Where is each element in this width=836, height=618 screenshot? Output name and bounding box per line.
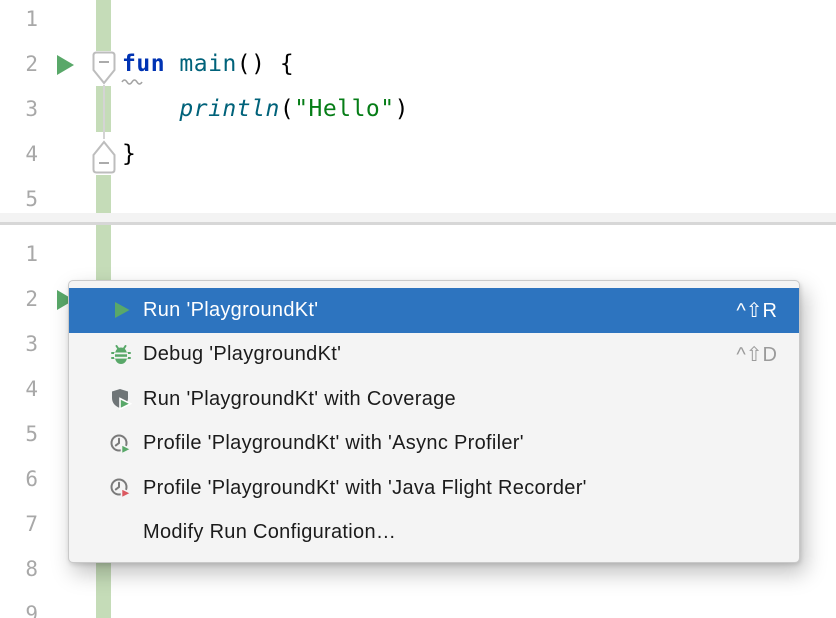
bottom-editor-gutter: 1 2 3 4 5 6 7 8 9	[0, 232, 38, 618]
line-number: 4	[0, 132, 38, 177]
line-number: 9	[0, 592, 38, 618]
empty-icon-slot	[109, 521, 133, 545]
typo-squiggle-underline	[121, 77, 143, 85]
menu-item-run[interactable]: Run 'PlaygroundKt' ^⇧R	[69, 288, 799, 333]
menu-item-label: Debug 'PlaygroundKt'	[143, 343, 736, 366]
code-line-closing-brace: }	[122, 132, 136, 177]
fold-start-icon[interactable]	[92, 51, 116, 86]
run-icon	[109, 298, 133, 322]
menu-item-modify-run-configuration[interactable]: Modify Run Configuration…	[69, 511, 799, 556]
indent	[122, 96, 179, 122]
run-context-menu: Run 'PlaygroundKt' ^⇧R Debug 'Playground…	[68, 280, 800, 563]
line-number: 7	[0, 502, 38, 547]
line-number: 8	[0, 547, 38, 592]
function-name-main: main	[179, 51, 236, 77]
function-call-println: println	[179, 96, 279, 122]
editor-split-divider[interactable]	[0, 213, 836, 222]
line-number: 2	[0, 42, 38, 87]
close-paren: )	[395, 96, 409, 122]
closing-brace: }	[122, 141, 136, 167]
line-number: 1	[0, 0, 38, 42]
debug-icon	[109, 343, 133, 367]
code-line-fun-main: fun main() {	[122, 42, 294, 87]
line-number: 2	[0, 277, 38, 322]
changed-lines-bar	[96, 0, 111, 51]
punctuation: () {	[237, 51, 294, 77]
menu-item-label: Modify Run Configuration…	[143, 521, 777, 544]
top-editor-gutter: 1 2 3 4 5	[0, 0, 38, 222]
menu-item-profile-jfr[interactable]: Profile 'PlaygroundKt' with 'Java Flight…	[69, 466, 799, 511]
open-paren: (	[280, 96, 294, 122]
code-line-println: println("Hello")	[122, 87, 409, 132]
line-number: 4	[0, 367, 38, 412]
menu-item-label: Run 'PlaygroundKt' with Coverage	[143, 388, 777, 411]
line-number: 5	[0, 412, 38, 457]
fold-region-line	[103, 85, 105, 139]
keyword-fun: fun	[122, 51, 165, 77]
line-number: 3	[0, 87, 38, 132]
space	[165, 51, 179, 77]
run-gutter-icon[interactable]	[55, 54, 75, 76]
line-number: 3	[0, 322, 38, 367]
menu-item-label: Profile 'PlaygroundKt' with 'Java Flight…	[143, 477, 777, 500]
line-number: 1	[0, 232, 38, 277]
ide-editor-screen: 1 2 3 4 5 fun main() { println("Hello") …	[0, 0, 836, 618]
line-number: 6	[0, 457, 38, 502]
menu-item-profile-async[interactable]: Profile 'PlaygroundKt' with 'Async Profi…	[69, 422, 799, 467]
editor-split-divider-line	[0, 222, 836, 225]
profile-java-flight-recorder-icon	[109, 476, 133, 500]
menu-item-debug[interactable]: Debug 'PlaygroundKt' ^⇧D	[69, 333, 799, 378]
run-with-coverage-icon	[109, 387, 133, 411]
menu-item-label: Run 'PlaygroundKt'	[143, 299, 736, 322]
fold-end-icon[interactable]	[92, 139, 116, 174]
changed-lines-bar	[96, 175, 111, 214]
menu-item-label: Profile 'PlaygroundKt' with 'Async Profi…	[143, 432, 777, 455]
menu-item-run-with-coverage[interactable]: Run 'PlaygroundKt' with Coverage	[69, 377, 799, 422]
menu-item-shortcut: ^⇧R	[736, 298, 777, 323]
profile-async-profiler-icon	[109, 432, 133, 456]
menu-item-shortcut: ^⇧D	[736, 342, 777, 367]
string-literal: "Hello"	[294, 96, 394, 122]
